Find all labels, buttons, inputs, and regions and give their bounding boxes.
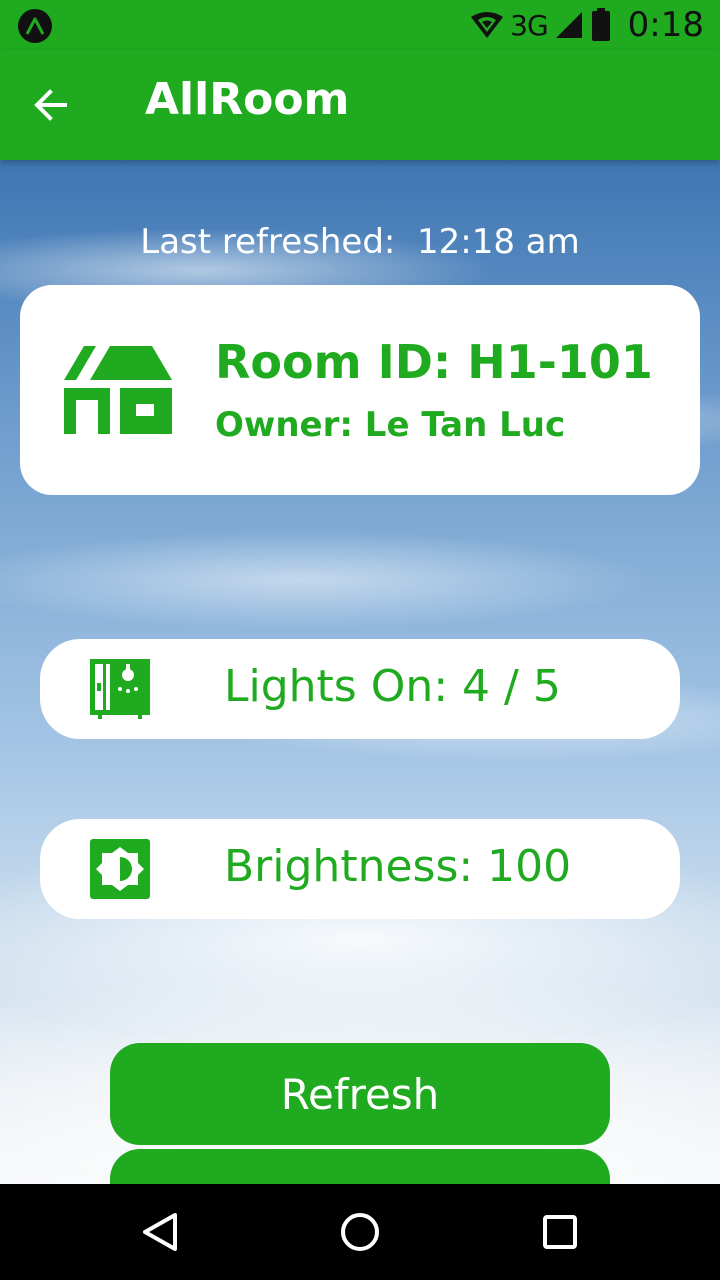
nav-recents-button[interactable] bbox=[534, 1206, 586, 1258]
signal-icon bbox=[555, 12, 582, 38]
brightness-card: Brightness: 100 bbox=[40, 819, 680, 919]
screen: 3G 0:18 AllRoom Last refreshed: 12:18 am bbox=[0, 0, 720, 1280]
wifi-icon bbox=[471, 12, 504, 38]
lights-on-card: Lights On: 4 / 5 bbox=[40, 639, 680, 739]
lights-on-text: Lights On: 4 / 5 bbox=[224, 661, 561, 712]
nav-back-button[interactable] bbox=[134, 1206, 186, 1258]
secondary-button[interactable] bbox=[110, 1149, 610, 1184]
room-id: Room ID: H1-101 bbox=[215, 335, 653, 389]
nav-home-icon bbox=[341, 1213, 379, 1251]
room-card: Room ID: H1-101 Owner: Le Tan Luc bbox=[20, 285, 700, 495]
status-icons: 3G 0:18 bbox=[470, 4, 704, 46]
back-button[interactable] bbox=[28, 82, 74, 128]
status-bar: 3G 0:18 bbox=[0, 0, 720, 50]
app-notification-icon bbox=[18, 9, 52, 43]
network-type: 3G bbox=[510, 8, 549, 42]
last-refreshed-text: Last refreshed: 12:18 am bbox=[140, 222, 580, 262]
page-title: AllRoom bbox=[145, 74, 350, 125]
light-switch-icon bbox=[90, 659, 150, 719]
app-bar: AllRoom bbox=[0, 50, 720, 160]
arrow-left-icon bbox=[34, 89, 67, 121]
brightness-icon bbox=[90, 839, 150, 899]
status-time: 0:18 bbox=[627, 5, 704, 45]
house-icon bbox=[64, 346, 172, 434]
room-owner: Owner: Le Tan Luc bbox=[215, 405, 566, 445]
navigation-bar bbox=[0, 1184, 720, 1280]
nav-home-button[interactable] bbox=[334, 1206, 386, 1258]
main-content[interactable]: Last refreshed: 12:18 am Room ID: H1-101… bbox=[0, 160, 720, 1184]
battery-icon bbox=[591, 8, 610, 41]
nav-recents-icon bbox=[543, 1215, 577, 1249]
refresh-button[interactable]: Refresh bbox=[110, 1043, 610, 1145]
nav-back-icon bbox=[143, 1213, 177, 1251]
brightness-text: Brightness: 100 bbox=[224, 841, 572, 892]
